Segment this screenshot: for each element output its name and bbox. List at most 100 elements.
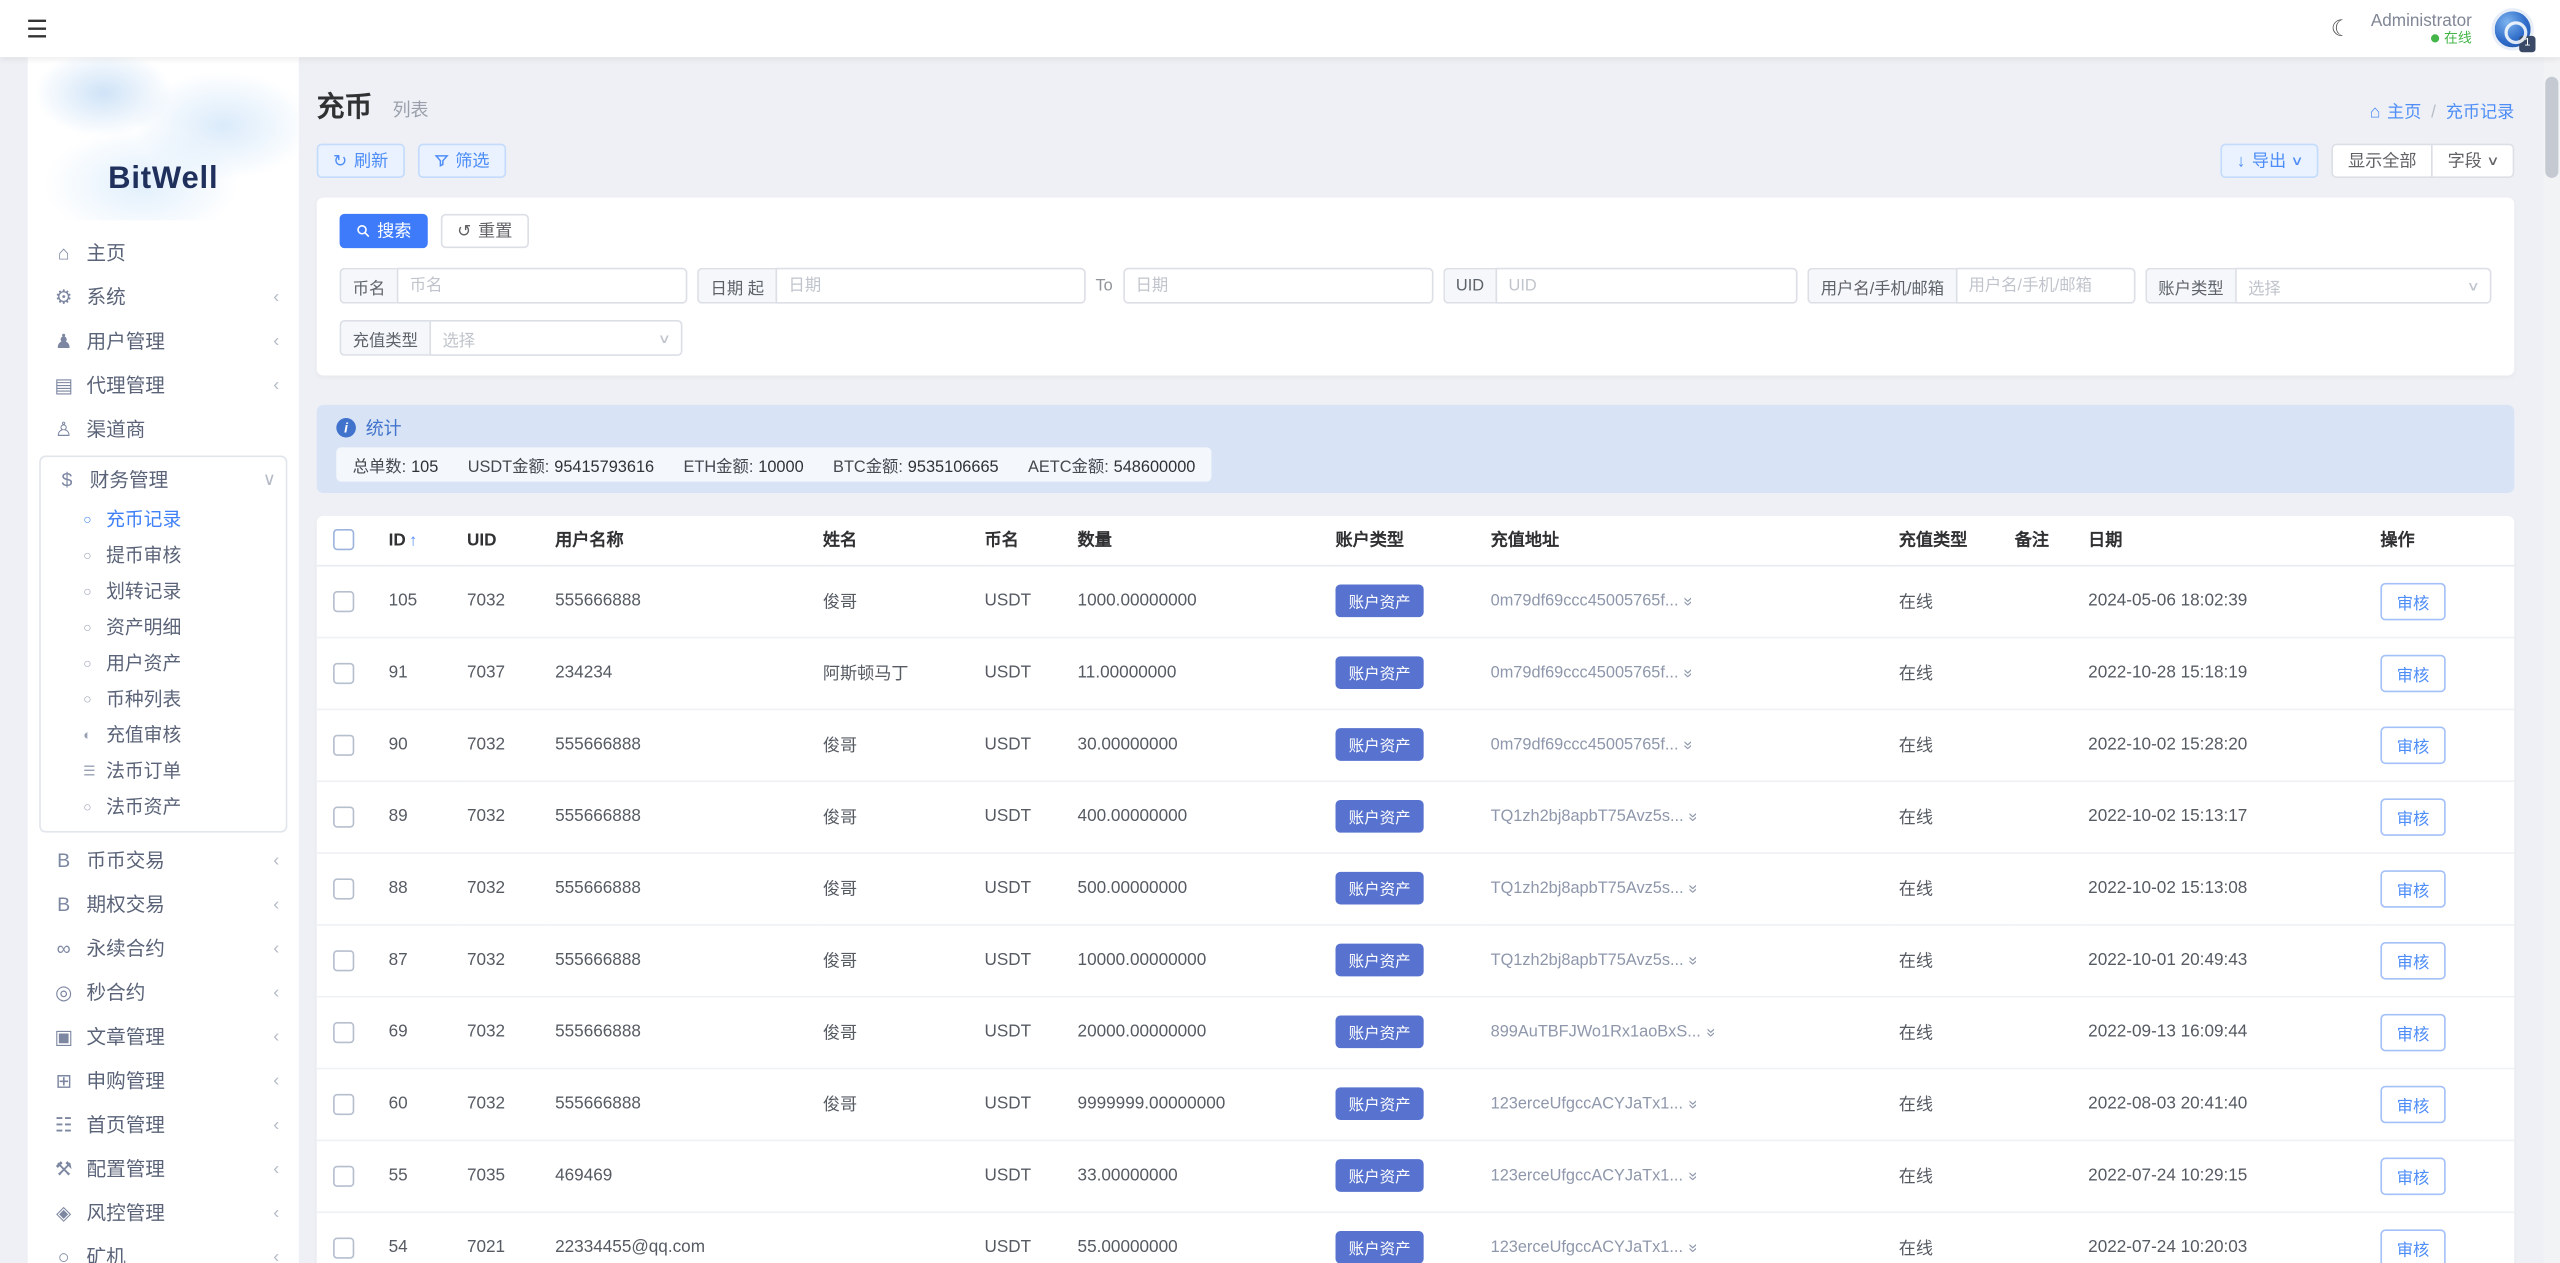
audit-button[interactable]: 审核	[2380, 869, 2445, 907]
row-checkbox[interactable]	[333, 1021, 354, 1042]
sidebar-item-users[interactable]: ♟用户管理‹	[28, 318, 299, 362]
cell-amount: 10000.00000000	[1071, 924, 1329, 996]
account-type-select[interactable]: 选择 ∨	[2235, 268, 2491, 304]
sidebar-item-miner[interactable]: ○矿机‹	[28, 1234, 299, 1263]
cell-uid: 7021	[460, 1211, 548, 1263]
sidebar-item-channel[interactable]: ♙渠道商	[28, 407, 299, 451]
chevron-double-down-icon[interactable]: »	[1679, 669, 1697, 678]
chevron-double-down-icon[interactable]: »	[1684, 956, 1702, 965]
col-id[interactable]: ID↑	[382, 516, 460, 565]
audit-button[interactable]: 审核	[2380, 1013, 2445, 1051]
sidebar-item-config[interactable]: ⚒配置管理‹	[28, 1146, 299, 1190]
refresh-button[interactable]: ↻ 刷新	[317, 144, 405, 178]
row-checkbox[interactable]	[333, 1237, 354, 1258]
audit-button[interactable]: 审核	[2380, 582, 2445, 620]
table-row: 607032555666888俊哥USDT9999999.00000000账户资…	[317, 1068, 2515, 1140]
table-row: 697032555666888俊哥USDT20000.00000000账户资产8…	[317, 996, 2515, 1068]
cell-remark	[2008, 637, 2081, 709]
cell-recharge-type: 在线	[1892, 1211, 2008, 1263]
sidebar-item-subscription[interactable]: ⊞申购管理‹	[28, 1058, 299, 1102]
sidebar-subitem-transfer-records[interactable]: ○划转记录	[41, 573, 286, 609]
row-checkbox[interactable]	[333, 734, 354, 755]
cell-username: 555666888	[549, 996, 817, 1068]
hamburger-menu-icon[interactable]: ☰	[26, 14, 48, 43]
breadcrumb-home[interactable]: 主页	[2387, 100, 2421, 124]
row-checkbox[interactable]	[333, 878, 354, 899]
cell-address: 0m79df69ccc45005765f...	[1491, 664, 1679, 682]
sidebar-item-finance[interactable]: $财务管理∨	[41, 457, 286, 501]
avatar[interactable]: 1	[2491, 7, 2533, 49]
scrollbar-track[interactable]	[2544, 57, 2560, 1263]
user-menu[interactable]: Administrator 在线	[2371, 11, 2472, 47]
sidebar-item-home[interactable]: ⌂主页	[28, 230, 299, 274]
id-card-icon: ▤	[47, 373, 80, 396]
show-all-button[interactable]: 显示全部	[2332, 144, 2433, 178]
chevron-double-down-icon[interactable]: »	[1683, 1172, 1701, 1181]
scrollbar-thumb[interactable]	[2545, 77, 2558, 178]
coin-input[interactable]	[397, 268, 688, 304]
select-all-checkbox[interactable]	[333, 529, 354, 550]
sidebar-item-system[interactable]: ⚙系统‹	[28, 274, 299, 318]
sidebar-item-agents[interactable]: ▤代理管理‹	[28, 362, 299, 406]
date-to-input[interactable]	[1123, 268, 1433, 304]
sidebar-item-options-trade[interactable]: B期权交易‹	[28, 882, 299, 926]
chevron-double-down-icon[interactable]: »	[1683, 1244, 1701, 1253]
sidebar-subitem-deposit-records[interactable]: ○充币记录	[41, 501, 286, 537]
chevron-double-down-icon[interactable]: »	[1679, 741, 1697, 750]
sidebar-item-articles[interactable]: ▣文章管理‹	[28, 1014, 299, 1058]
dark-mode-icon[interactable]: ☾	[2331, 15, 2352, 43]
user-input[interactable]	[1956, 268, 2136, 304]
sidebar-item-risk[interactable]: ◈风控管理‹	[28, 1190, 299, 1234]
audit-button[interactable]: 审核	[2380, 654, 2445, 692]
fields-button[interactable]: 字段 ∨	[2431, 144, 2514, 178]
filter-user: 用户名/手机/邮箱	[1808, 268, 2135, 304]
chevron-double-down-icon[interactable]: »	[1683, 1100, 1701, 1109]
chevron-double-down-icon[interactable]: »	[1684, 813, 1702, 822]
uid-input[interactable]	[1495, 268, 1797, 304]
breadcrumb: ⌂ 主页 / 充币记录	[2370, 100, 2515, 124]
sidebar-subitem-coin-list[interactable]: ○币种列表	[41, 681, 286, 717]
sidebar-item-perpetual[interactable]: ∞永续合约‹	[28, 926, 299, 970]
sidebar-subitem-fiat-assets[interactable]: ○法币资产	[41, 789, 286, 825]
cell-amount: 55.00000000	[1071, 1211, 1329, 1263]
recharge-type-select[interactable]: 选择 ∨	[429, 320, 682, 356]
sidebar-subitem-label: 法币资产	[106, 793, 181, 819]
sidebar-subitem-withdraw-audit[interactable]: ○提币审核	[41, 537, 286, 573]
date-from-input[interactable]	[775, 268, 1085, 304]
sidebar-subitem-user-assets[interactable]: ○用户资产	[41, 645, 286, 681]
circle-icon: ○	[83, 511, 106, 527]
search-button[interactable]: 搜索	[340, 214, 428, 248]
chevron-double-down-icon[interactable]: »	[1701, 1028, 1719, 1037]
logo[interactable]: BitWell	[28, 57, 299, 220]
sidebar-item-label: 文章管理	[87, 1022, 274, 1050]
sidebar-subitem-recharge-audit[interactable]: ◐充值审核	[41, 717, 286, 753]
user-icon: ♟	[47, 329, 80, 352]
audit-button[interactable]: 审核	[2380, 1085, 2445, 1123]
row-checkbox[interactable]	[333, 662, 354, 683]
row-checkbox[interactable]	[333, 1093, 354, 1114]
row-checkbox[interactable]	[333, 949, 354, 970]
home-icon: ⌂	[2370, 102, 2381, 122]
reset-button[interactable]: ↺ 重置	[441, 214, 529, 248]
row-checkbox[interactable]	[333, 1165, 354, 1186]
chevron-double-down-icon[interactable]: »	[1684, 884, 1702, 893]
row-checkbox[interactable]	[333, 590, 354, 611]
row-checkbox[interactable]	[333, 806, 354, 827]
breadcrumb-current[interactable]: 充币记录	[2446, 100, 2515, 124]
audit-button[interactable]: 审核	[2380, 941, 2445, 979]
audit-button[interactable]: 审核	[2380, 1157, 2445, 1195]
gear-icon: ⚙	[47, 285, 80, 308]
chevron-double-down-icon[interactable]: »	[1679, 597, 1697, 606]
filter-button[interactable]: 筛选	[418, 144, 506, 178]
audit-button[interactable]: 审核	[2380, 1229, 2445, 1263]
sidebar-subitem-fiat-orders[interactable]: ☰法币订单	[41, 753, 286, 789]
export-button[interactable]: ↓ 导出 ∨	[2220, 144, 2318, 178]
sidebar-subitem-asset-details[interactable]: ○资产明细	[41, 609, 286, 645]
audit-button[interactable]: 审核	[2380, 798, 2445, 836]
sidebar-item-label: 永续合约	[87, 934, 274, 962]
sidebar-item-seconds-contract[interactable]: ◎秒合约‹	[28, 970, 299, 1014]
sidebar-item-spot-trade[interactable]: B币币交易‹	[28, 838, 299, 882]
audit-button[interactable]: 审核	[2380, 726, 2445, 764]
half-circle-icon: ◐	[83, 727, 106, 743]
sidebar-item-homepage[interactable]: ☷首页管理‹	[28, 1102, 299, 1146]
